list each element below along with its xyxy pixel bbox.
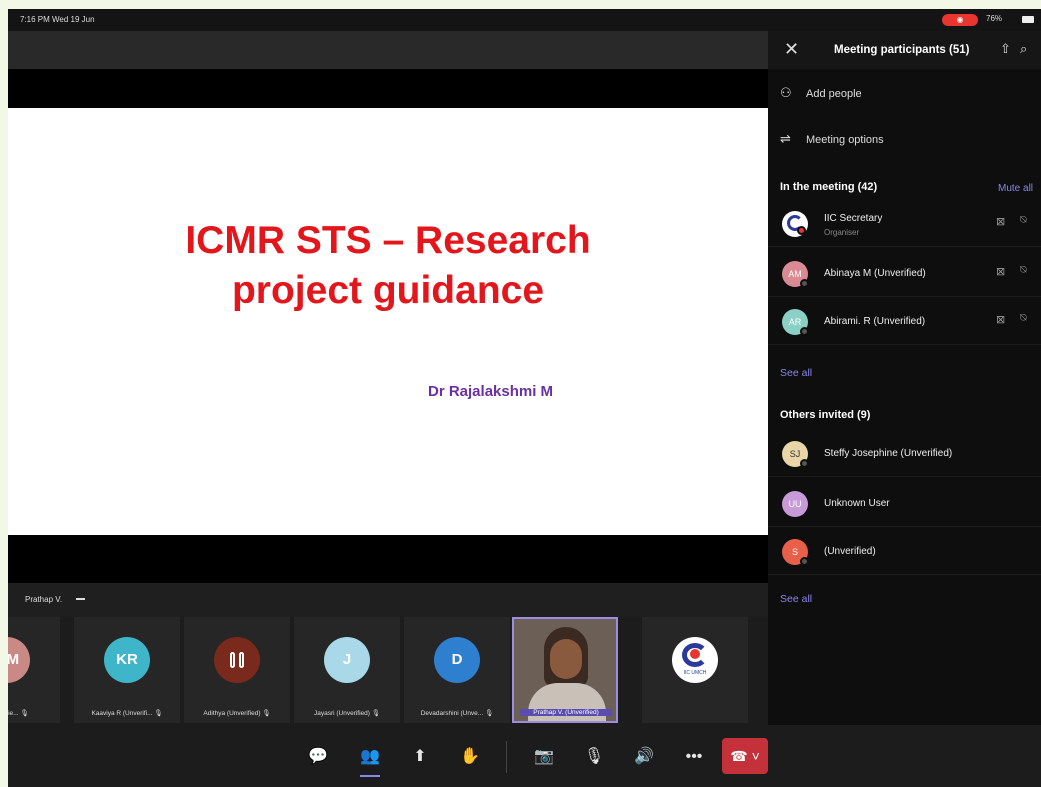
- participant-name: Abinaya M (Unverified): [824, 268, 926, 279]
- invited-row[interactable]: SJ Steffy Josephine (Unverified): [768, 431, 1041, 477]
- participants-panel: ✕ Meeting participants (51) ⇧ ⌕ ⚇ Add peo…: [768, 31, 1041, 725]
- see-all-link[interactable]: See all: [780, 367, 812, 379]
- avatar-image: [214, 637, 260, 683]
- organisation-logo: IIC UMCH: [672, 637, 718, 683]
- camera-off-icon: ⊠: [996, 266, 1006, 278]
- mic-off-icon[interactable]: ⍉: [1020, 264, 1027, 277]
- meeting-options-button[interactable]: ⇌ Meeting options: [780, 131, 884, 147]
- avatar: KR: [104, 637, 150, 683]
- camera-off-icon: ⊠: [996, 314, 1006, 326]
- participant-row[interactable]: AM Abinaya M (Unverified) ⊠ ⍉: [768, 251, 1041, 297]
- participant-tile[interactable]: IIC UMCH: [642, 617, 748, 723]
- battery-percent: 76%: [986, 14, 1003, 23]
- see-all-link[interactable]: See all: [780, 593, 812, 605]
- participant-gallery: GM (Unverifie... 🎙 KR Kaaviya R (Unverif…: [8, 617, 768, 725]
- leave-call-button[interactable]: ☎ ˅: [722, 738, 768, 774]
- participant-name: (Unverifie... 🎙: [8, 710, 29, 717]
- in-meeting-heading: In the meeting (42): [780, 181, 878, 193]
- avatar: J: [324, 637, 370, 683]
- slide-title-line1: ICMR STS – Research: [185, 219, 591, 262]
- gallery-header: Prathap V.: [8, 583, 768, 617]
- toolbar-divider: [506, 741, 507, 773]
- participant-name: Kaaviya R (Unverifi... 🎙: [91, 710, 163, 717]
- video-face: [550, 639, 582, 679]
- status-time: 7:16 PM Wed 19 Jun: [20, 15, 95, 24]
- stage-header: [8, 31, 768, 69]
- participant-name: Abirami. R (Unverified): [824, 316, 926, 327]
- avatar: SJ: [782, 441, 809, 468]
- invited-row[interactable]: UU Unknown User: [768, 481, 1041, 527]
- more-options-icon[interactable]: •••: [680, 743, 708, 771]
- people-icon[interactable]: 👥: [356, 743, 384, 777]
- presentation-slide: ICMR STS – Research project guidance Dr …: [8, 108, 768, 535]
- avatar: AR: [782, 309, 809, 336]
- participant-tile[interactable]: J Jayasri (Unverified) 🎙: [294, 617, 400, 723]
- search-icon[interactable]: ⌕: [1020, 41, 1027, 57]
- mute-all-button[interactable]: Mute all: [998, 183, 1033, 194]
- slide-title: ICMR STS – Research project guidance: [138, 216, 638, 316]
- avatar: D: [434, 637, 480, 683]
- others-invited-heading: Others invited (9): [780, 409, 871, 421]
- status-bar: 7:16 PM Wed 19 Jun ◉ 76%: [8, 9, 1041, 31]
- camera-off-icon[interactable]: 📷: [530, 743, 558, 771]
- participant-video-tile[interactable]: Prathap V. (Unverified): [512, 617, 618, 723]
- speaker-icon[interactable]: 🔊: [630, 743, 658, 771]
- shared-content-stage: ICMR STS – Research project guidance Dr …: [8, 69, 768, 583]
- meeting-toolbar: 💬 👥 ⬆ ✋ 📷 🎙 🔊 ••• ☎ ˅: [8, 725, 1041, 787]
- chat-icon[interactable]: 💬: [304, 743, 332, 771]
- slide-author: Dr Rajalakshmi M: [428, 383, 554, 400]
- participant-name: Adithya (Unverified) 🎙: [203, 710, 271, 717]
- avatar: [782, 211, 808, 237]
- share-icon[interactable]: ⇧: [1000, 41, 1011, 57]
- share-screen-icon[interactable]: ⬆: [406, 743, 434, 771]
- slide-title-line2: project guidance: [231, 269, 545, 312]
- participant-name: IIC Secretary: [824, 213, 883, 224]
- participant-name: Prathap V. (Unverified): [520, 709, 612, 716]
- avatar: S: [782, 539, 809, 566]
- add-people-button[interactable]: ⚇ Add people: [780, 85, 862, 101]
- participant-row[interactable]: AR Abirami. R (Unverified) ⊠ ⍉: [768, 299, 1041, 345]
- participant-tile[interactable]: D Devadarshini (Unve... 🎙: [404, 617, 510, 723]
- participant-name: Steffy Josephine (Unverified): [824, 448, 953, 459]
- recording-indicator: ◉: [942, 14, 978, 26]
- participant-role: Organiser: [824, 228, 860, 237]
- avatar: UU: [782, 491, 808, 517]
- invited-row[interactable]: S (Unverified): [768, 529, 1041, 575]
- avatar: AM: [782, 261, 809, 288]
- participant-tile[interactable]: Adithya (Unverified) 🎙: [184, 617, 290, 723]
- panel-header: ✕ Meeting participants (51) ⇧ ⌕: [768, 31, 1041, 69]
- avatar: GM: [8, 637, 30, 683]
- participant-name: Devadarshini (Unve... 🎙: [420, 710, 494, 717]
- add-people-icon: ⚇: [780, 85, 792, 100]
- participant-name: (Unverified): [824, 546, 876, 557]
- raise-hand-icon[interactable]: ✋: [456, 743, 484, 771]
- close-icon[interactable]: ✕: [784, 39, 799, 60]
- minimize-icon[interactable]: [76, 598, 85, 600]
- participant-tile[interactable]: GM (Unverifie... 🎙: [8, 617, 60, 723]
- mic-off-icon[interactable]: ⍉: [1020, 214, 1027, 227]
- panel-title: Meeting participants (51): [834, 44, 970, 56]
- participant-tile[interactable]: KR Kaaviya R (Unverifi... 🎙: [74, 617, 180, 723]
- participant-name: Jayasri (Unverified) 🎙: [313, 710, 381, 717]
- battery-icon: [1022, 16, 1034, 23]
- pinned-participant-label: Prathap V.: [25, 595, 63, 604]
- participant-name: Unknown User: [824, 498, 890, 509]
- camera-off-icon: ⊠: [996, 216, 1006, 228]
- mic-off-icon[interactable]: ⍉: [1020, 312, 1027, 325]
- teams-meeting-screen: 7:16 PM Wed 19 Jun ◉ 76% ICMR STS – Rese…: [8, 9, 1041, 787]
- participant-row[interactable]: IIC Secretary Organiser ⊠ ⍉: [768, 201, 1041, 247]
- options-icon: ⇌: [780, 131, 791, 146]
- mic-off-icon[interactable]: 🎙: [580, 743, 608, 771]
